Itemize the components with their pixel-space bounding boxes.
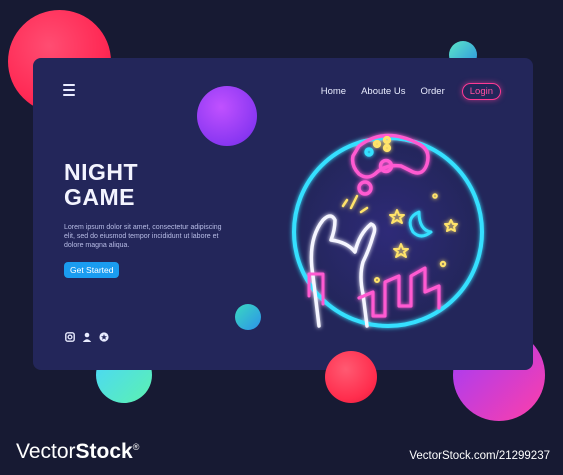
hero-description: Lorem ipsum dolor sit amet, consectetur … bbox=[64, 224, 222, 249]
landing-panel: Home Aboute Us Order Login NIGHT GAME Lo… bbox=[33, 58, 533, 403]
title-line-1: NIGHT bbox=[64, 159, 139, 185]
page-title: NIGHT GAME bbox=[64, 160, 138, 210]
social-links bbox=[65, 332, 109, 342]
decor-circle-red-small bbox=[325, 351, 377, 403]
login-button[interactable]: Login bbox=[461, 83, 501, 100]
watermark-id: VectorStock.com/21299237 bbox=[409, 450, 550, 462]
neon-game-illustration bbox=[292, 133, 484, 328]
star-icon[interactable] bbox=[99, 332, 109, 342]
instagram-icon[interactable] bbox=[65, 332, 75, 342]
get-started-button[interactable]: Get Started bbox=[64, 262, 120, 278]
top-nav: Home Aboute Us Order Login bbox=[306, 83, 501, 100]
decor-circle-violet bbox=[197, 86, 257, 146]
nav-home[interactable]: Home bbox=[321, 86, 346, 97]
user-icon[interactable] bbox=[82, 332, 92, 342]
title-line-2: GAME bbox=[64, 184, 135, 210]
hamburger-icon[interactable] bbox=[63, 84, 75, 99]
watermark-brand: VectorStock® bbox=[16, 440, 140, 463]
nav-about[interactable]: Aboute Us bbox=[361, 86, 405, 97]
decor-circle-teal-small bbox=[235, 304, 261, 330]
nav-order[interactable]: Order bbox=[420, 86, 444, 97]
